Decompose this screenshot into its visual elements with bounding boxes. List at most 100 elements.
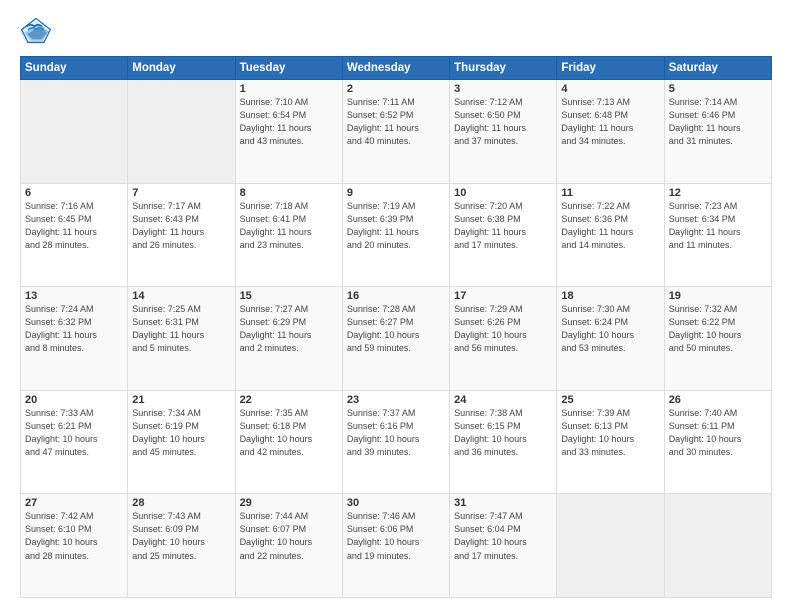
day-cell: 16Sunrise: 7:28 AM Sunset: 6:27 PM Dayli… [342, 287, 449, 391]
day-cell: 23Sunrise: 7:37 AM Sunset: 6:16 PM Dayli… [342, 390, 449, 494]
week-row-3: 13Sunrise: 7:24 AM Sunset: 6:32 PM Dayli… [21, 287, 772, 391]
day-info: Sunrise: 7:14 AM Sunset: 6:46 PM Dayligh… [669, 96, 767, 148]
day-info: Sunrise: 7:33 AM Sunset: 6:21 PM Dayligh… [25, 407, 123, 459]
day-info: Sunrise: 7:30 AM Sunset: 6:24 PM Dayligh… [561, 303, 659, 355]
day-info: Sunrise: 7:24 AM Sunset: 6:32 PM Dayligh… [25, 303, 123, 355]
day-number: 11 [561, 187, 659, 199]
day-number: 16 [347, 290, 445, 302]
day-cell: 21Sunrise: 7:34 AM Sunset: 6:19 PM Dayli… [128, 390, 235, 494]
day-number: 29 [240, 497, 338, 509]
day-info: Sunrise: 7:28 AM Sunset: 6:27 PM Dayligh… [347, 303, 445, 355]
weekday-friday: Friday [557, 57, 664, 80]
day-cell: 26Sunrise: 7:40 AM Sunset: 6:11 PM Dayli… [664, 390, 771, 494]
day-info: Sunrise: 7:39 AM Sunset: 6:13 PM Dayligh… [561, 407, 659, 459]
day-info: Sunrise: 7:12 AM Sunset: 6:50 PM Dayligh… [454, 96, 552, 148]
weekday-saturday: Saturday [664, 57, 771, 80]
week-row-4: 20Sunrise: 7:33 AM Sunset: 6:21 PM Dayli… [21, 390, 772, 494]
day-cell: 11Sunrise: 7:22 AM Sunset: 6:36 PM Dayli… [557, 183, 664, 287]
day-info: Sunrise: 7:38 AM Sunset: 6:15 PM Dayligh… [454, 407, 552, 459]
day-info: Sunrise: 7:42 AM Sunset: 6:10 PM Dayligh… [25, 510, 123, 562]
day-number: 9 [347, 187, 445, 199]
day-number: 6 [25, 187, 123, 199]
day-number: 13 [25, 290, 123, 302]
day-cell: 3Sunrise: 7:12 AM Sunset: 6:50 PM Daylig… [450, 80, 557, 184]
day-info: Sunrise: 7:44 AM Sunset: 6:07 PM Dayligh… [240, 510, 338, 562]
day-number: 14 [132, 290, 230, 302]
calendar: SundayMondayTuesdayWednesdayThursdayFrid… [20, 56, 772, 598]
day-info: Sunrise: 7:47 AM Sunset: 6:04 PM Dayligh… [454, 510, 552, 562]
day-info: Sunrise: 7:46 AM Sunset: 6:06 PM Dayligh… [347, 510, 445, 562]
day-info: Sunrise: 7:11 AM Sunset: 6:52 PM Dayligh… [347, 96, 445, 148]
day-cell: 8Sunrise: 7:18 AM Sunset: 6:41 PM Daylig… [235, 183, 342, 287]
day-info: Sunrise: 7:10 AM Sunset: 6:54 PM Dayligh… [240, 96, 338, 148]
day-info: Sunrise: 7:19 AM Sunset: 6:39 PM Dayligh… [347, 200, 445, 252]
day-cell: 4Sunrise: 7:13 AM Sunset: 6:48 PM Daylig… [557, 80, 664, 184]
day-info: Sunrise: 7:32 AM Sunset: 6:22 PM Dayligh… [669, 303, 767, 355]
day-cell [128, 80, 235, 184]
day-number: 3 [454, 83, 552, 95]
day-cell: 22Sunrise: 7:35 AM Sunset: 6:18 PM Dayli… [235, 390, 342, 494]
page: SundayMondayTuesdayWednesdayThursdayFrid… [0, 0, 792, 612]
day-cell: 24Sunrise: 7:38 AM Sunset: 6:15 PM Dayli… [450, 390, 557, 494]
day-number: 23 [347, 394, 445, 406]
day-number: 8 [240, 187, 338, 199]
day-number: 26 [669, 394, 767, 406]
day-cell [21, 80, 128, 184]
day-number: 15 [240, 290, 338, 302]
day-cell: 1Sunrise: 7:10 AM Sunset: 6:54 PM Daylig… [235, 80, 342, 184]
day-info: Sunrise: 7:18 AM Sunset: 6:41 PM Dayligh… [240, 200, 338, 252]
day-info: Sunrise: 7:13 AM Sunset: 6:48 PM Dayligh… [561, 96, 659, 148]
header [20, 18, 772, 46]
day-cell: 19Sunrise: 7:32 AM Sunset: 6:22 PM Dayli… [664, 287, 771, 391]
day-cell: 14Sunrise: 7:25 AM Sunset: 6:31 PM Dayli… [128, 287, 235, 391]
day-info: Sunrise: 7:17 AM Sunset: 6:43 PM Dayligh… [132, 200, 230, 252]
day-info: Sunrise: 7:20 AM Sunset: 6:38 PM Dayligh… [454, 200, 552, 252]
day-number: 21 [132, 394, 230, 406]
day-cell: 25Sunrise: 7:39 AM Sunset: 6:13 PM Dayli… [557, 390, 664, 494]
day-cell: 13Sunrise: 7:24 AM Sunset: 6:32 PM Dayli… [21, 287, 128, 391]
day-number: 1 [240, 83, 338, 95]
day-number: 18 [561, 290, 659, 302]
day-info: Sunrise: 7:27 AM Sunset: 6:29 PM Dayligh… [240, 303, 338, 355]
day-info: Sunrise: 7:25 AM Sunset: 6:31 PM Dayligh… [132, 303, 230, 355]
day-info: Sunrise: 7:35 AM Sunset: 6:18 PM Dayligh… [240, 407, 338, 459]
day-info: Sunrise: 7:43 AM Sunset: 6:09 PM Dayligh… [132, 510, 230, 562]
day-info: Sunrise: 7:22 AM Sunset: 6:36 PM Dayligh… [561, 200, 659, 252]
day-number: 17 [454, 290, 552, 302]
weekday-thursday: Thursday [450, 57, 557, 80]
day-number: 7 [132, 187, 230, 199]
day-info: Sunrise: 7:34 AM Sunset: 6:19 PM Dayligh… [132, 407, 230, 459]
day-info: Sunrise: 7:40 AM Sunset: 6:11 PM Dayligh… [669, 407, 767, 459]
day-info: Sunrise: 7:29 AM Sunset: 6:26 PM Dayligh… [454, 303, 552, 355]
day-info: Sunrise: 7:37 AM Sunset: 6:16 PM Dayligh… [347, 407, 445, 459]
day-cell: 6Sunrise: 7:16 AM Sunset: 6:45 PM Daylig… [21, 183, 128, 287]
week-row-5: 27Sunrise: 7:42 AM Sunset: 6:10 PM Dayli… [21, 494, 772, 598]
day-cell: 15Sunrise: 7:27 AM Sunset: 6:29 PM Dayli… [235, 287, 342, 391]
weekday-monday: Monday [128, 57, 235, 80]
day-cell: 28Sunrise: 7:43 AM Sunset: 6:09 PM Dayli… [128, 494, 235, 598]
day-number: 30 [347, 497, 445, 509]
day-number: 24 [454, 394, 552, 406]
day-cell: 9Sunrise: 7:19 AM Sunset: 6:39 PM Daylig… [342, 183, 449, 287]
day-number: 25 [561, 394, 659, 406]
day-cell: 18Sunrise: 7:30 AM Sunset: 6:24 PM Dayli… [557, 287, 664, 391]
day-cell: 31Sunrise: 7:47 AM Sunset: 6:04 PM Dayli… [450, 494, 557, 598]
logo-icon [20, 18, 52, 46]
day-number: 10 [454, 187, 552, 199]
day-info: Sunrise: 7:23 AM Sunset: 6:34 PM Dayligh… [669, 200, 767, 252]
day-cell: 7Sunrise: 7:17 AM Sunset: 6:43 PM Daylig… [128, 183, 235, 287]
day-cell: 5Sunrise: 7:14 AM Sunset: 6:46 PM Daylig… [664, 80, 771, 184]
day-cell: 2Sunrise: 7:11 AM Sunset: 6:52 PM Daylig… [342, 80, 449, 184]
day-number: 20 [25, 394, 123, 406]
day-cell: 29Sunrise: 7:44 AM Sunset: 6:07 PM Dayli… [235, 494, 342, 598]
day-number: 31 [454, 497, 552, 509]
day-cell [664, 494, 771, 598]
day-number: 22 [240, 394, 338, 406]
day-cell: 10Sunrise: 7:20 AM Sunset: 6:38 PM Dayli… [450, 183, 557, 287]
day-cell: 17Sunrise: 7:29 AM Sunset: 6:26 PM Dayli… [450, 287, 557, 391]
day-number: 2 [347, 83, 445, 95]
weekday-sunday: Sunday [21, 57, 128, 80]
day-cell: 27Sunrise: 7:42 AM Sunset: 6:10 PM Dayli… [21, 494, 128, 598]
day-cell: 30Sunrise: 7:46 AM Sunset: 6:06 PM Dayli… [342, 494, 449, 598]
day-number: 12 [669, 187, 767, 199]
